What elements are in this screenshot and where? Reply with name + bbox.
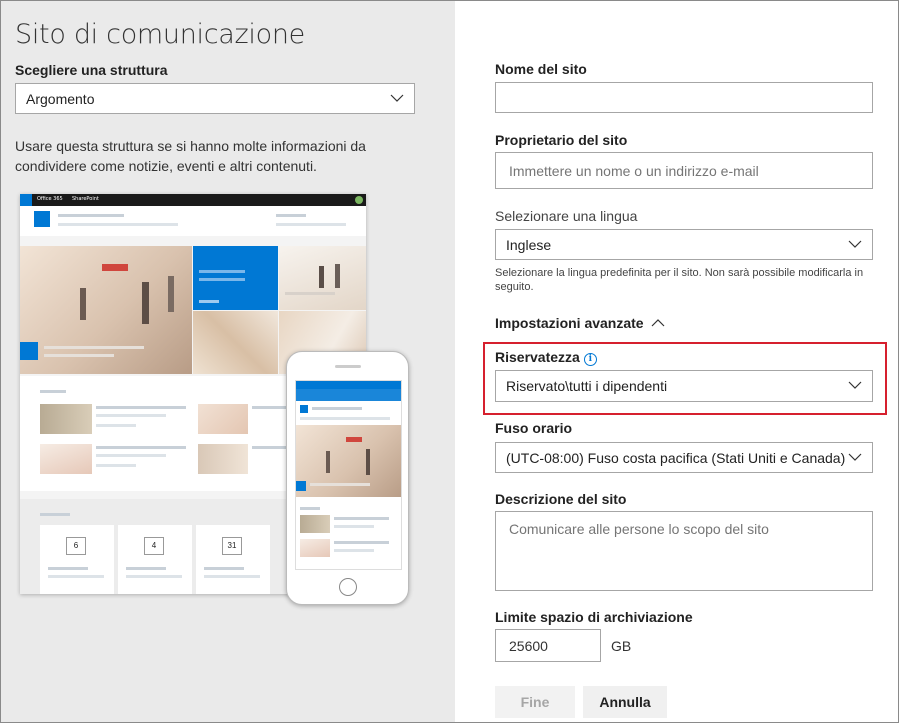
chevron-up-icon <box>652 319 665 327</box>
advanced-settings-label: Impostazioni avanzate <box>495 315 644 331</box>
language-help-text: Selezionare la lingua predefinita per il… <box>495 267 864 293</box>
site-owner-input[interactable] <box>495 152 873 189</box>
site-owner-label: Proprietario del sito <box>495 132 628 148</box>
preview-tile-wood <box>193 311 278 374</box>
create-site-dialog: Sito di comunicazione Scegliere una stru… <box>0 0 899 723</box>
language-dropdown[interactable]: Inglese <box>495 229 873 260</box>
timezone-value: (UTC-08:00) Fuso costa pacifica (Stati U… <box>506 450 846 466</box>
preview-tile-stairs <box>279 246 366 310</box>
preview-site-logo <box>34 211 50 227</box>
site-name-label: Nome del sito <box>495 61 587 77</box>
phone-home-button <box>339 578 357 596</box>
preview-event-day: 31 <box>222 537 242 555</box>
phone-screen <box>295 380 402 570</box>
preview-product-name: SharePoint <box>72 196 99 202</box>
privacy-label: Riservatezza <box>495 349 580 365</box>
chevron-down-icon <box>848 453 862 461</box>
structure-label: Scegliere una struttura <box>15 62 168 78</box>
info-icon[interactable]: i <box>583 353 597 366</box>
site-description-input[interactable] <box>495 511 873 591</box>
site-name-input[interactable] <box>495 82 873 113</box>
preview-site-header <box>20 206 366 236</box>
preview-avatar <box>355 196 363 204</box>
preview-event-day: 6 <box>66 537 86 555</box>
preview-event-day: 4 <box>144 537 164 555</box>
finish-button[interactable]: Fine <box>495 686 575 718</box>
privacy-label-row: Riservatezza i <box>495 349 597 366</box>
preview-hero-image <box>20 246 192 374</box>
structure-dropdown[interactable]: Argomento <box>15 83 415 114</box>
preview-suite-bar: Office 365 SharePoint <box>20 194 366 206</box>
advanced-settings-toggle[interactable]: Impostazioni avanzate <box>495 315 665 331</box>
storage-limit-input[interactable] <box>495 629 601 662</box>
design-panel: Sito di comunicazione Scegliere una stru… <box>1 1 455 722</box>
phone-speaker <box>335 365 361 368</box>
language-label: Selezionare una lingua <box>495 208 638 224</box>
storage-unit: GB <box>611 638 632 654</box>
preview-blue-tile <box>193 246 278 310</box>
site-preview-phone <box>286 351 409 605</box>
page-title: Sito di comunicazione <box>15 19 305 50</box>
structure-value: Argomento <box>26 91 95 107</box>
chevron-down-icon <box>848 381 862 389</box>
privacy-value: Riservato\tutti i dipendenti <box>506 378 668 394</box>
chevron-down-icon <box>848 240 862 248</box>
storage-limit-label: Limite spazio di archiviazione <box>495 609 693 625</box>
preview-app-name: Office 365 <box>37 196 63 202</box>
language-value: Inglese <box>506 237 552 253</box>
privacy-dropdown[interactable]: Riservato\tutti i dipendenti <box>495 370 873 402</box>
structure-description: Usare questa struttura se si hanno molte… <box>15 138 366 174</box>
chevron-down-icon <box>390 94 404 102</box>
timezone-label: Fuso orario <box>495 420 573 436</box>
timezone-dropdown[interactable]: (UTC-08:00) Fuso costa pacifica (Stati U… <box>495 442 873 473</box>
waffle-icon <box>20 194 32 206</box>
cancel-button[interactable]: Annulla <box>583 686 667 718</box>
site-description-label: Descrizione del sito <box>495 491 627 507</box>
